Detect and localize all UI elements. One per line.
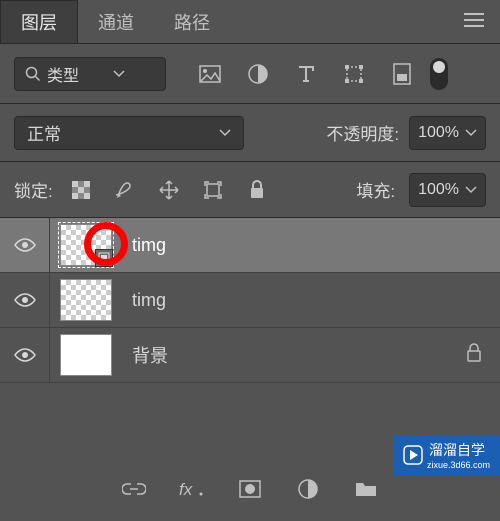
layer-style-icon[interactable]: fx bbox=[178, 475, 206, 503]
filter-pixel-icon[interactable] bbox=[196, 60, 224, 88]
opacity-label: 不透明度: bbox=[326, 120, 399, 145]
panel-menu-icon[interactable] bbox=[448, 13, 500, 31]
visibility-toggle[interactable] bbox=[0, 273, 50, 327]
tab-layers[interactable]: 图层 bbox=[0, 0, 78, 43]
tab-channels[interactable]: 通道 bbox=[78, 0, 154, 43]
layer-row[interactable]: timg bbox=[0, 218, 500, 273]
watermark: 溜溜自学 zixue.3d66.com bbox=[393, 435, 500, 475]
layer-row[interactable]: 背景 bbox=[0, 328, 500, 383]
opacity-value: 100% bbox=[418, 124, 459, 142]
layer-mask-icon[interactable] bbox=[236, 475, 264, 503]
lock-icon bbox=[466, 343, 482, 367]
chevron-down-icon bbox=[465, 129, 477, 137]
tab-paths[interactable]: 路径 bbox=[154, 0, 230, 43]
layer-row[interactable]: timg bbox=[0, 273, 500, 328]
filter-smart-icon[interactable] bbox=[388, 60, 416, 88]
fill-value: 100% bbox=[418, 181, 459, 199]
lock-transparency-icon[interactable] bbox=[67, 176, 95, 204]
lock-position-icon[interactable] bbox=[155, 176, 183, 204]
filter-input[interactable] bbox=[47, 65, 107, 83]
svg-text:fx: fx bbox=[179, 480, 193, 498]
blend-mode-value: 正常 bbox=[27, 120, 61, 145]
layer-thumbnail[interactable] bbox=[60, 279, 112, 321]
chevron-down-icon bbox=[219, 129, 231, 137]
watermark-url: zixue.3d66.com bbox=[427, 460, 490, 470]
adjustment-layer-icon[interactable] bbox=[294, 475, 322, 503]
link-layers-icon[interactable] bbox=[120, 475, 148, 503]
lock-label: 锁定: bbox=[14, 177, 53, 202]
eye-icon bbox=[13, 347, 37, 363]
chevron-down-icon bbox=[113, 70, 125, 78]
filter-shape-icon[interactable] bbox=[340, 60, 368, 88]
lock-pixels-icon[interactable] bbox=[111, 176, 139, 204]
filter-toggle[interactable] bbox=[430, 58, 448, 90]
visibility-toggle[interactable] bbox=[0, 218, 50, 272]
layer-name[interactable]: 背景 bbox=[132, 342, 168, 368]
group-icon[interactable] bbox=[352, 475, 380, 503]
lock-all-icon[interactable] bbox=[243, 176, 271, 204]
search-icon bbox=[25, 66, 41, 82]
eye-icon bbox=[13, 237, 37, 253]
eye-icon bbox=[13, 292, 37, 308]
layer-name[interactable]: timg bbox=[132, 290, 166, 311]
play-icon bbox=[403, 445, 423, 465]
filter-type-icon[interactable] bbox=[292, 60, 320, 88]
opacity-input[interactable]: 100% bbox=[409, 116, 486, 150]
visibility-toggle[interactable] bbox=[0, 328, 50, 382]
layer-thumbnail[interactable] bbox=[60, 334, 112, 376]
lock-artboard-icon[interactable] bbox=[199, 176, 227, 204]
smart-object-icon bbox=[95, 249, 113, 267]
filter-type-select[interactable] bbox=[14, 57, 166, 91]
layer-name[interactable]: timg bbox=[132, 235, 166, 256]
layer-thumbnail[interactable] bbox=[60, 224, 112, 266]
blend-mode-select[interactable]: 正常 bbox=[14, 116, 244, 150]
watermark-brand: 溜溜自学 bbox=[429, 440, 485, 460]
fill-input[interactable]: 100% bbox=[409, 173, 486, 207]
layers-list: timg timg 背景 bbox=[0, 218, 500, 383]
fill-label: 填充: bbox=[356, 177, 395, 202]
chevron-down-icon bbox=[465, 186, 477, 194]
filter-adjustment-icon[interactable] bbox=[244, 60, 272, 88]
